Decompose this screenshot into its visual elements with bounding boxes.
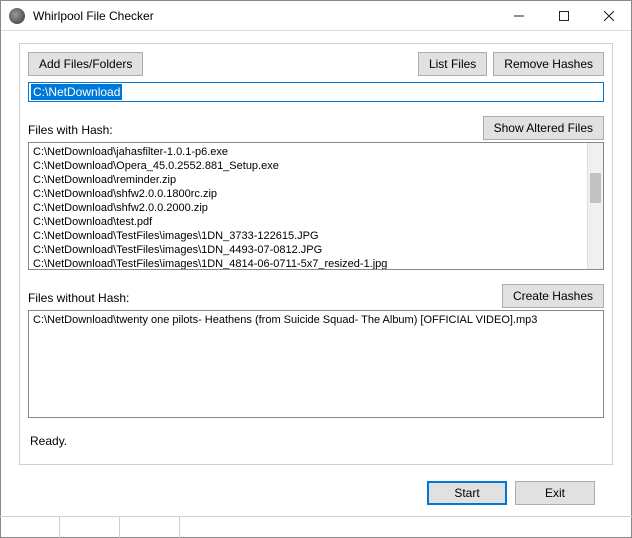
scrollbar-thumb[interactable] (590, 173, 601, 203)
app-icon (9, 8, 25, 24)
scrollbar[interactable] (587, 143, 603, 269)
path-input[interactable] (28, 82, 604, 102)
list-item[interactable]: C:\NetDownload\TestFiles\images\1DN_3733… (33, 229, 599, 243)
statusbar-cell (60, 517, 120, 538)
statusbar (0, 516, 632, 538)
list-item[interactable]: C:\NetDownload\reminder.zip (33, 173, 599, 187)
remove-hashes-button[interactable]: Remove Hashes (493, 52, 604, 76)
files-with-hash-listbox[interactable]: C:\NetDownload\jahasfilter-1.0.1-p6.exe … (28, 142, 604, 270)
list-item[interactable]: C:\NetDownload\jahasfilter-1.0.1-p6.exe (33, 145, 599, 159)
close-button[interactable] (586, 1, 631, 30)
minimize-button[interactable] (496, 1, 541, 30)
list-item[interactable]: C:\NetDownload\twenty one pilots- Heathe… (33, 313, 599, 327)
titlebar: Whirlpool File Checker (1, 1, 631, 31)
status-text: Ready. (30, 434, 604, 448)
main-panel: Snapfiles Add Files/Folders List Files R… (19, 43, 613, 465)
list-item[interactable]: C:\NetDownload\TestFiles\images\1DN_4493… (33, 243, 599, 257)
start-button[interactable]: Start (427, 481, 507, 505)
show-altered-files-button[interactable]: Show Altered Files (483, 116, 604, 140)
add-files-folders-button[interactable]: Add Files/Folders (28, 52, 143, 76)
list-item[interactable]: C:\NetDownload\shfw2.0.0.1800rc.zip (33, 187, 599, 201)
statusbar-cell (0, 517, 60, 538)
files-without-hash-label: Files without Hash: (28, 291, 129, 308)
create-hashes-button[interactable]: Create Hashes (502, 284, 604, 308)
list-item[interactable]: C:\NetDownload\test.pdf (33, 215, 599, 229)
files-with-hash-label: Files with Hash: (28, 123, 113, 140)
path-input-wrap: C:\NetDownload (28, 82, 604, 102)
list-files-button[interactable]: List Files (418, 52, 487, 76)
files-without-hash-listbox[interactable]: C:\NetDownload\twenty one pilots- Heathe… (28, 310, 604, 418)
list-item[interactable]: C:\NetDownload\shfw2.0.0.2000.zip (33, 201, 599, 215)
list-item[interactable]: C:\NetDownload\TestFiles\images\1DN_4814… (33, 257, 599, 270)
statusbar-cell (120, 517, 180, 538)
list-item[interactable]: C:\NetDownload\Opera_45.0.2552.881_Setup… (33, 159, 599, 173)
maximize-button[interactable] (541, 1, 586, 30)
window-title: Whirlpool File Checker (33, 9, 496, 23)
exit-button[interactable]: Exit (515, 481, 595, 505)
